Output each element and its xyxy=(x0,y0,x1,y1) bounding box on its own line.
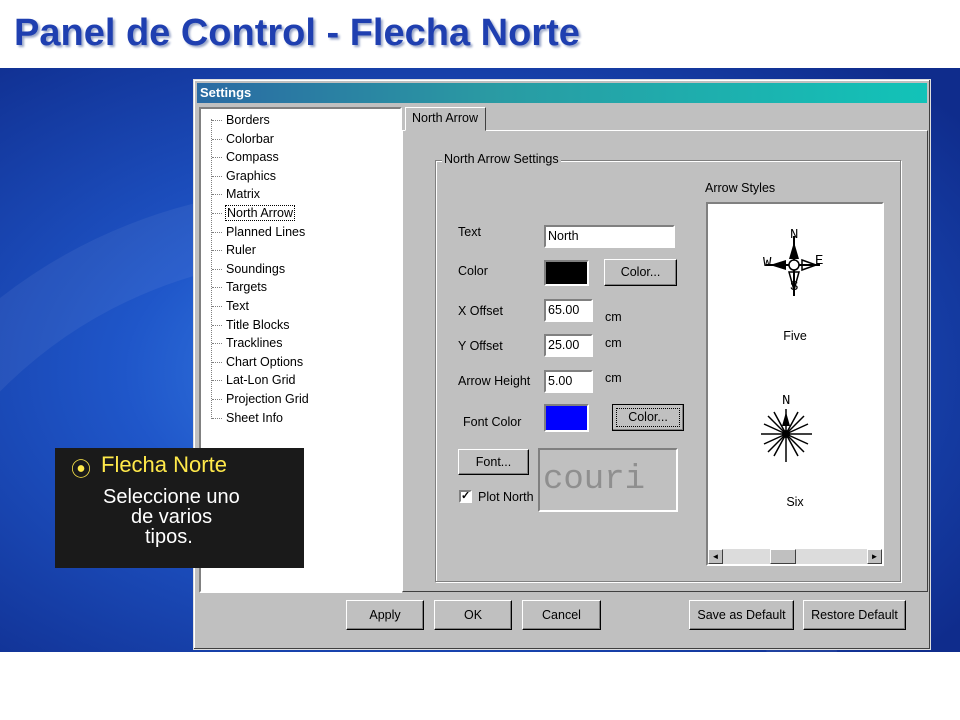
callout-line: tipos. xyxy=(145,526,193,548)
tree-item-label: Colorbar xyxy=(226,131,274,146)
compass-five-n: N xyxy=(790,227,798,243)
tree-item[interactable]: Colorbar xyxy=(201,130,310,149)
tree-item-label: Matrix xyxy=(226,187,261,202)
font-preview: couri xyxy=(538,448,678,512)
compass-six-icon[interactable]: N xyxy=(761,393,812,462)
tree-item[interactable]: Ruler xyxy=(201,241,310,260)
scroll-right-icon[interactable]: ► xyxy=(867,549,882,564)
font-color-label: Font Color xyxy=(463,415,522,429)
compass-six-n: N xyxy=(782,393,790,409)
font-button[interactable]: Font... xyxy=(458,449,529,475)
tab-north-arrow[interactable]: North Arrow xyxy=(405,107,486,131)
tree-list: Borders Colorbar Compass Graphics Matrix Nort… xyxy=(201,111,310,427)
slide-title: Panel de Control - Flecha Norte xyxy=(14,12,580,54)
callout-body: Seleccione uno de varios tipos. xyxy=(103,487,293,547)
compass-five-w: W xyxy=(763,255,772,271)
arrow-height-input[interactable]: 5.00 xyxy=(544,370,593,393)
tree-item-label: Chart Options xyxy=(226,354,304,369)
compass-five-e: E xyxy=(815,253,823,269)
callout-line: Seleccione uno xyxy=(103,486,240,508)
plot-north-checkbox[interactable]: ✓ xyxy=(459,490,472,503)
tree-item-label: Graphics xyxy=(226,168,277,183)
tree-item-label: Soundings xyxy=(226,261,286,276)
tree-item-label: Projection Grid xyxy=(226,391,309,406)
tree-item[interactable]: Text xyxy=(201,297,310,316)
tree-item-label: Planned Lines xyxy=(226,224,306,239)
arrow-height-label: Arrow Height xyxy=(458,374,531,388)
scroll-left-icon[interactable]: ◄ xyxy=(708,549,723,564)
y-offset-unit: cm xyxy=(605,336,622,350)
tree-item-label: Lat-Lon Grid xyxy=(226,373,296,388)
tree-item[interactable]: Matrix xyxy=(201,185,310,204)
tree-item-label: Compass xyxy=(226,150,279,165)
color-button[interactable]: Color... xyxy=(604,259,677,286)
color-swatch[interactable] xyxy=(544,260,589,286)
x-offset-label: X Offset xyxy=(458,304,503,318)
font-color-swatch[interactable] xyxy=(544,404,589,432)
plot-north-label[interactable]: Plot North xyxy=(478,490,534,504)
tree-item[interactable]: Graphics xyxy=(201,167,310,186)
tree-item-label: Sheet Info xyxy=(226,410,283,425)
tree-item[interactable]: Targets xyxy=(201,278,310,297)
x-offset-unit: cm xyxy=(605,310,622,324)
save-as-default-button[interactable]: Save as Default xyxy=(689,600,794,630)
callout-box: ⦿ Flecha Norte Seleccione uno de varios … xyxy=(55,448,304,568)
tree-item-label: Ruler xyxy=(226,243,256,258)
style-five-caption[interactable]: Five xyxy=(708,329,882,343)
tree-item[interactable]: Chart Options xyxy=(201,353,310,372)
font-color-button[interactable]: Color... xyxy=(612,404,684,431)
focus-ring xyxy=(616,408,680,427)
arrow-styles-list[interactable]: N S E W N Five Six ◄ ► xyxy=(706,202,884,566)
apply-button[interactable]: Apply xyxy=(346,600,424,630)
text-label: Text xyxy=(458,225,481,239)
scroll-thumb[interactable] xyxy=(770,549,796,564)
tree-item-label: Borders xyxy=(226,113,270,127)
y-offset-label: Y Offset xyxy=(458,339,503,353)
tree-item[interactable]: Soundings xyxy=(201,260,310,279)
color-label: Color xyxy=(458,264,488,278)
tree-item[interactable]: North Arrow xyxy=(201,204,310,223)
tree-item[interactable]: Planned Lines xyxy=(201,223,310,242)
text-input[interactable]: North xyxy=(544,225,675,248)
arrow-styles-label: Arrow Styles xyxy=(705,181,776,195)
tree-item[interactable]: Title Blocks xyxy=(201,316,310,335)
tree-item[interactable]: Lat-Lon Grid xyxy=(201,371,310,390)
arrow-height-unit: cm xyxy=(605,371,622,385)
tree-item[interactable]: Tracklines xyxy=(201,334,310,353)
tree-item-label: Text xyxy=(226,298,249,313)
target-bullet-icon: ⦿ xyxy=(71,459,91,481)
dialog-titlebar[interactable]: Settings xyxy=(197,83,927,103)
restore-default-button[interactable]: Restore Default xyxy=(803,600,906,630)
x-offset-input[interactable]: 65.00 xyxy=(544,299,593,322)
callout-line: de varios xyxy=(131,506,213,528)
tree-item-label: Targets xyxy=(226,280,267,295)
tree-item-label: North Arrow xyxy=(225,204,295,221)
tree-item[interactable]: Borders xyxy=(201,111,310,130)
group-label: North Arrow Settings xyxy=(442,152,561,166)
callout-heading: Flecha Norte xyxy=(101,452,227,477)
tree-item[interactable]: Compass xyxy=(201,148,310,167)
tree-item[interactable]: Projection Grid xyxy=(201,390,310,409)
arrow-styles-scrollbar[interactable]: ◄ ► xyxy=(708,549,882,564)
tree-item-label: Title Blocks xyxy=(226,317,290,332)
tree-item-label: Tracklines xyxy=(226,336,283,351)
tree-item[interactable]: Sheet Info xyxy=(201,409,310,428)
cancel-button[interactable]: Cancel xyxy=(522,600,601,630)
y-offset-input[interactable]: 25.00 xyxy=(544,334,593,357)
compass-five-s: S xyxy=(790,279,798,295)
compass-five-icon[interactable]: N S E W xyxy=(763,227,823,296)
style-six-caption[interactable]: Six xyxy=(708,495,882,509)
ok-button[interactable]: OK xyxy=(434,600,512,630)
